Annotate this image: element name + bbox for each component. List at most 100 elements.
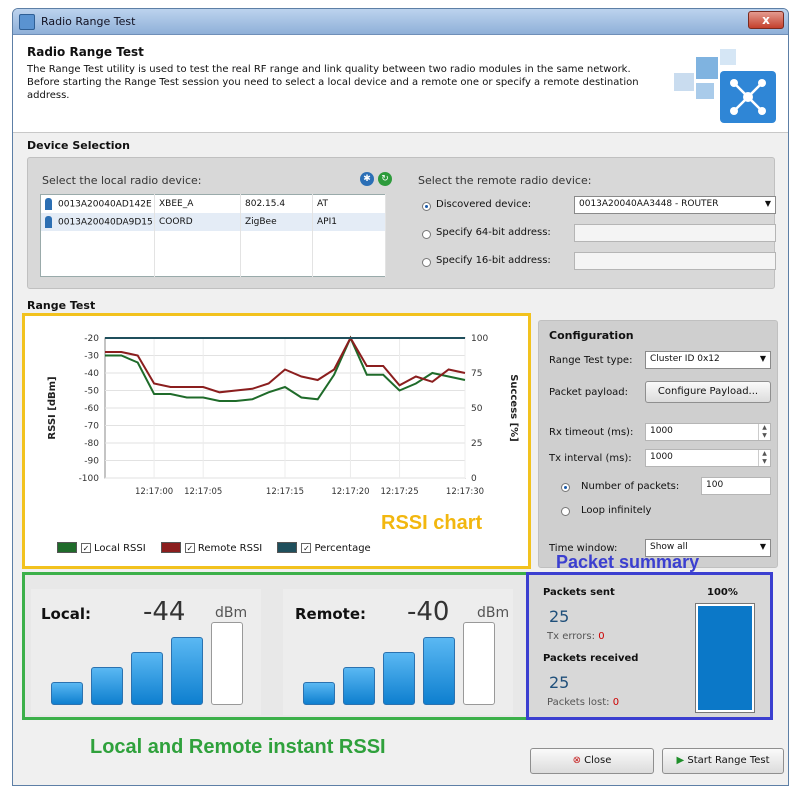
signal-bar [423, 637, 455, 705]
play-icon: ▶ [676, 755, 685, 766]
legend-label: Local RSSI [94, 542, 146, 554]
start-button-label: Start Range Test [687, 755, 770, 766]
discover-devices-icon[interactable]: ✱ [360, 172, 374, 186]
address-64-field[interactable] [574, 224, 776, 242]
left-tick-label: -40 [84, 369, 99, 379]
legend-label: Remote RSSI [197, 542, 263, 554]
range-test-title: Range Test [27, 299, 96, 312]
type-value: Cluster ID 0x12 [650, 354, 720, 364]
tx-interval-label: Tx interval (ms): [549, 453, 632, 464]
discovered-device-select[interactable]: 0013A20040AA3448 - ROUTER ▼ [574, 196, 776, 214]
packets-sent-value: 25 [549, 607, 570, 626]
remote-rssi-gauge: Remote: -40 dBm [283, 589, 513, 715]
local-device-table: 0013A20040AD142E XBEE_A 802.15.4 AT 0013… [40, 194, 386, 277]
x-tick-label: 12:17:05 [184, 487, 222, 497]
time-window-value: Show all [650, 542, 688, 552]
device-mode: AT [312, 194, 386, 213]
signal-bar [303, 682, 335, 705]
x-tick-label: 12:17:00 [135, 487, 173, 497]
device-mode: API1 [312, 212, 386, 231]
packets-received-value: 25 [549, 673, 570, 692]
left-tick-label: -30 [84, 352, 99, 362]
tx-errors: Tx errors: 0 [547, 631, 605, 642]
checkbox-icon[interactable]: ✓ [81, 542, 91, 553]
checkbox-icon[interactable]: ✓ [184, 542, 195, 553]
discovered-device-radio[interactable] [422, 202, 431, 211]
x-tick-label: 12:17:25 [380, 487, 418, 497]
loop-infinitely-radio[interactable] [561, 507, 570, 516]
spinner-icon[interactable]: ▲ ▼ [758, 424, 770, 440]
local-rssi-label: Local: [41, 605, 92, 623]
address-16-radio[interactable] [422, 258, 431, 267]
discovered-device-label: Discovered device: [436, 199, 532, 210]
address-16-label: Specify 16-bit address: [436, 255, 551, 266]
number-of-packets-radio[interactable] [561, 483, 570, 492]
left-tick-label: -70 [84, 422, 99, 432]
legend-item-local[interactable]: ✓ Local RSSI [57, 542, 146, 554]
success-percent-fill [698, 606, 752, 710]
remote-device-label: Select the remote radio device: [418, 174, 592, 187]
left-axis-label: RSSI [dBm] [47, 376, 58, 439]
device-protocol: ZigBee [240, 212, 313, 231]
packets-lost-label: Packets lost: [547, 697, 610, 708]
spinner-icon[interactable]: ▲ ▼ [758, 450, 770, 466]
x-tick-label: 12:17:15 [266, 487, 304, 497]
instant-rssi-annotation: Local and Remote instant RSSI [90, 736, 386, 758]
rssi-chart-panel: -20 -30 -40 -50 -60 -70 -80 -90 -100 100 75 50 25 0 12… [22, 313, 531, 569]
remote-rssi-unit: dBm [477, 605, 510, 621]
signal-bar [383, 652, 415, 705]
range-test-type-select[interactable]: Cluster ID 0x12 ▼ [645, 351, 771, 369]
checkbox-icon[interactable]: ✓ [301, 542, 312, 553]
device-name: COORD [154, 212, 241, 231]
signal-bar [171, 637, 203, 705]
title-bar[interactable]: Radio Range Test x [13, 9, 788, 35]
left-tick-label: -20 [84, 334, 99, 344]
x-tick-label: 12:17:20 [331, 487, 369, 497]
device-selection-panel: Select the local radio device: ✱ ↻ 0013A… [27, 157, 776, 289]
left-tick-label: -80 [84, 439, 99, 449]
window-close-button[interactable]: x [748, 11, 784, 29]
instant-rssi-panel: Local: -44 dBm Remote: -40 dBm [22, 572, 531, 720]
payload-label: Packet payload: [549, 387, 629, 398]
local-rssi-value: -44 [143, 597, 186, 627]
refresh-icon[interactable]: ↻ [378, 172, 392, 186]
packets-sent-label: Packets sent [543, 587, 615, 598]
legend-swatch [277, 542, 298, 553]
address-16-field[interactable] [574, 252, 776, 270]
discovered-device-value: 0013A20040AA3448 - ROUTER [579, 199, 719, 209]
address-64-radio[interactable] [422, 230, 431, 239]
legend-item-percentage[interactable]: ✓ Percentage [277, 542, 371, 554]
device-address: 0013A20040DA9D15 [58, 217, 153, 227]
device-address: 0013A20040AD142E [58, 199, 152, 210]
success-percent-label: 100% [707, 587, 738, 598]
close-button[interactable]: ⊗ Close [530, 748, 654, 774]
local-rssi-unit: dBm [215, 605, 248, 621]
signal-bar [211, 622, 243, 705]
rx-timeout-label: Rx timeout (ms): [549, 427, 634, 438]
rx-timeout-field[interactable]: 1000 ▲ ▼ [645, 423, 771, 441]
type-label: Range Test type: [549, 355, 633, 366]
legend-swatch [57, 542, 77, 553]
table-row[interactable]: 0013A20040AD142E XBEE_A 802.15.4 AT [40, 194, 386, 213]
table-row[interactable]: 0013A20040DA9D15 COORD ZigBee API1 [40, 212, 386, 231]
right-tick-label: 0 [471, 474, 477, 484]
configure-payload-button[interactable]: Configure Payload... [645, 381, 771, 403]
tx-interval-field[interactable]: 1000 ▲ ▼ [645, 449, 771, 467]
close-icon: ⊗ [572, 755, 581, 766]
legend-item-remote[interactable]: ✓ Remote RSSI [160, 542, 263, 554]
radio-device-icon [45, 215, 52, 228]
header-description: The Range Test utility is used to test t… [27, 64, 639, 101]
header-title: Radio Range Test [27, 45, 144, 59]
right-tick-label: 25 [471, 439, 482, 449]
number-of-packets-field[interactable]: 100 [701, 477, 771, 495]
tx-errors-value: 0 [598, 631, 605, 642]
configuration-panel: Configuration Range Test type: Cluster I… [538, 320, 778, 568]
rx-timeout-value: 1000 [650, 426, 673, 436]
chart-legend: ✓ Local RSSI ✓ Remote RSSI ✓ Percentage [57, 542, 371, 554]
packet-summary-annotation: Packet summary [556, 552, 700, 572]
device-selection-title: Device Selection [27, 139, 130, 152]
start-range-test-button[interactable]: ▶ Start Range Test [662, 748, 784, 774]
signal-bar [91, 667, 123, 705]
chevron-down-icon: ▼ [759, 542, 766, 551]
packets-lost-value: 0 [612, 697, 620, 708]
